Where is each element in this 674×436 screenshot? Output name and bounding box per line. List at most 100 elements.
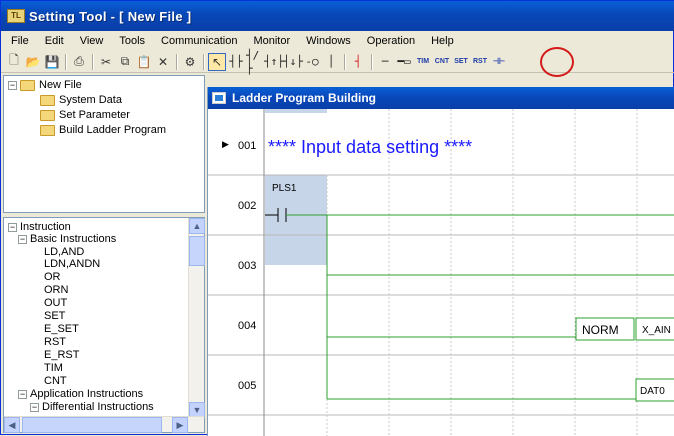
collapse-icon[interactable]: − [18,389,27,399]
row-number: 003 [238,260,256,272]
tree-leaf-e-rst[interactable]: E_RST [44,349,79,361]
delete-icon[interactable]: ✕ [154,53,172,71]
tree-node-label: Instruction [20,221,71,233]
tree-leaf-rst[interactable]: RST [44,336,66,348]
tree-node-set-parameter[interactable]: Set Parameter [40,109,130,121]
tree-node-label: Differential Instructions [42,401,154,413]
tree-leaf-label: E_RST [44,349,80,361]
instruction-tree: − Instruction − Basic Instructions LD,AN… [3,217,205,433]
ladder-panel-title-bar[interactable]: Ladder Program Building [208,87,674,109]
open-folder-icon[interactable]: 📂 [24,53,42,71]
tree-leaf-label: ORN [44,284,69,296]
collapse-icon[interactable]: − [18,234,27,244]
horizontal-scrollbar[interactable]: ◀ ▶ [4,416,204,433]
title-bar[interactable]: TL Setting Tool - [ New File ] [1,1,674,31]
ladder-panel-title: Ladder Program Building [232,91,377,105]
app-icon: TL [7,9,25,23]
contact-label: PLS1 [272,183,297,194]
tree-node-basic-instructions[interactable]: − Basic Instructions [18,233,116,245]
tree-leaf-set[interactable]: SET [44,310,65,322]
tree-node-label: Set Parameter [59,109,130,121]
row-number: 005 [238,380,256,392]
vertical-scrollbar[interactable]: ▲ ▼ [188,218,205,418]
tree-leaf-cnt[interactable]: CNT [44,375,67,387]
tree-leaf-label: LDN,ANDN [44,258,101,270]
highlight-circle [540,47,574,77]
tree-node-application-instructions[interactable]: − Application Instructions [18,388,143,400]
scroll-up-button[interactable]: ▲ [189,218,205,234]
menu-help[interactable]: Help [431,35,454,47]
menu-tools[interactable]: Tools [119,35,145,47]
set-icon[interactable]: SET [452,53,470,71]
print-icon[interactable]: ⎙ [70,53,88,71]
row-number: 004 [238,320,256,332]
new-file-icon[interactable]: 🗋 [5,53,23,71]
scroll-thumb[interactable] [189,236,205,266]
menu-edit[interactable]: Edit [45,35,64,47]
cut-icon[interactable]: ✂ [97,53,115,71]
toolbar-separator [203,53,205,70]
tree-leaf-label: E_SET [44,323,79,335]
toolbar-separator [65,53,67,70]
row-number: 002 [238,200,256,212]
ladder-canvas[interactable]: ▶ 001 002 003 004 005 **** Input data se… [208,109,674,436]
tree-node-build-ladder[interactable]: Build Ladder Program [40,124,166,136]
tree-leaf-label: LD,AND [44,246,85,258]
vertical-line-icon[interactable]: │ [322,53,340,71]
tree-leaf-label: SET [44,310,66,322]
tree-node-differential-instructions[interactable]: − Differential Instructions [30,401,154,413]
tree-leaf-label: OUT [44,297,68,309]
norm-block-label: NORM [582,323,619,337]
tree-leaf-label: OR [44,271,61,283]
scroll-thumb[interactable] [22,417,162,433]
rising-edge-icon[interactable]: ┤↑├ [264,53,284,71]
tree-node-instruction[interactable]: − Instruction [8,221,71,233]
collapse-icon[interactable]: − [30,402,39,412]
menu-communication[interactable]: Communication [161,35,237,47]
menu-windows[interactable]: Windows [306,35,351,47]
x-ain-label: X_AIN [642,325,671,336]
tree-node-system-data[interactable]: System Data [40,94,122,106]
toolbar-separator [344,53,346,70]
tree-leaf-out[interactable]: OUT [44,297,67,309]
delete-line-icon[interactable]: ┤ [349,53,367,71]
tree-leaf-ld-and[interactable]: LD,AND [44,246,84,258]
row-marker-icon: ▶ [222,139,229,149]
menu-view[interactable]: View [80,35,104,47]
copy-icon[interactable]: ⧉ [116,53,134,71]
tree-leaf-orn[interactable]: ORN [44,284,68,296]
tree-leaf-tim[interactable]: TIM [44,362,63,374]
scroll-left-button[interactable]: ◀ [4,417,20,433]
tree-leaf-label: CNT [44,375,67,387]
folder-icon [40,109,55,121]
tree-node-new-file[interactable]: − New File [8,79,82,91]
scroll-right-button[interactable]: ▶ [172,417,188,433]
rung-insert-icon[interactable]: ⊣⊢ [490,53,508,71]
rung-comment[interactable]: **** Input data setting **** [268,137,472,157]
collapse-icon[interactable]: − [8,222,17,232]
tree-leaf-or[interactable]: OR [44,271,61,283]
collapse-icon[interactable]: − [8,80,17,90]
horizontal-line-icon[interactable]: ─ [376,53,394,71]
save-icon[interactable]: 💾 [43,53,61,71]
folder-icon [40,94,55,106]
counter-icon[interactable]: CNT [433,53,451,71]
compile-icon[interactable]: ⚙ [181,53,199,71]
ladder-window-icon [212,92,226,104]
menu-file[interactable]: File [11,35,29,47]
tree-leaf-ldn-andn[interactable]: LDN,ANDN [44,258,100,270]
timer-icon[interactable]: TIM [414,53,432,71]
falling-edge-icon[interactable]: ┤↓├ [283,53,303,71]
tree-leaf-e-set[interactable]: E_SET [44,323,79,335]
menu-operation[interactable]: Operation [367,35,415,47]
menu-monitor[interactable]: Monitor [253,35,290,47]
tree-node-label: Application Instructions [30,388,144,400]
select-pointer-icon[interactable]: ↖ [208,52,226,71]
reset-icon[interactable]: RST [471,53,489,71]
coil-icon[interactable]: -○ [303,53,321,71]
nc-contact-icon[interactable]: ┤/├ [246,49,264,75]
window-title: Setting Tool - [ New File ] [29,8,192,24]
function-block-icon[interactable]: ━▭ [395,53,413,71]
no-contact-icon[interactable]: ┤├ [227,53,245,71]
paste-icon[interactable]: 📋 [135,53,153,71]
